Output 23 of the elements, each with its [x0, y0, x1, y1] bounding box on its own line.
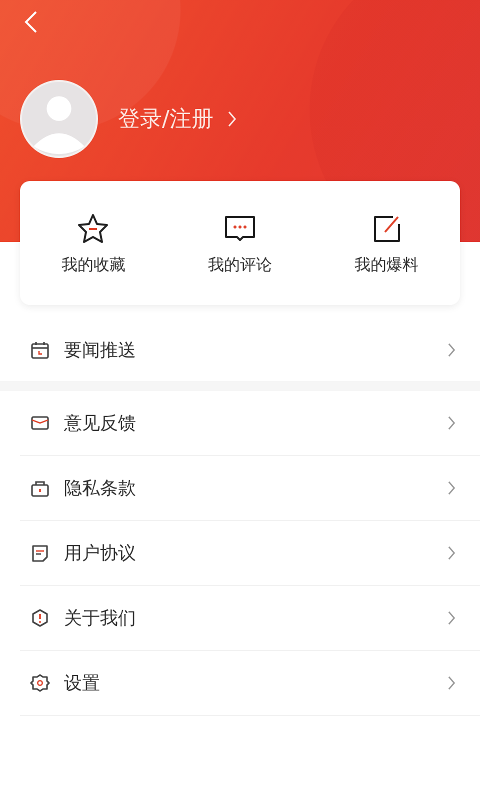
chevron-right-icon: [447, 545, 456, 561]
envelope-icon: [30, 413, 50, 433]
menu-item[interactable]: 意见反馈: [20, 391, 480, 455]
chevron-right-icon: [447, 342, 456, 358]
settings-icon: [30, 673, 50, 693]
calendar-icon: [30, 340, 50, 360]
menu-item[interactable]: 设置: [20, 650, 480, 716]
menu-item[interactable]: 要闻推送: [20, 319, 480, 381]
chevron-right-icon: [447, 610, 456, 626]
shortcut-button[interactable]: 我的评论: [166, 181, 314, 305]
chevron-right-icon: [447, 675, 456, 691]
menu-item[interactable]: 关于我们: [20, 585, 480, 650]
document-icon: [30, 543, 50, 563]
shortcut-button[interactable]: 我的爆料: [313, 181, 460, 305]
chevron-right-icon: [447, 480, 456, 496]
shortcut-button[interactable]: 我的收藏: [20, 181, 167, 305]
back-icon[interactable]: [24, 10, 38, 34]
menu-item[interactable]: 隐私条款: [20, 455, 480, 520]
chevron-right-icon: [447, 415, 456, 431]
menu-item[interactable]: 用户协议: [20, 520, 480, 585]
warning-hexagon-icon: [30, 608, 50, 628]
briefcase-icon: [30, 478, 50, 498]
chevron-right-icon: [227, 110, 238, 128]
